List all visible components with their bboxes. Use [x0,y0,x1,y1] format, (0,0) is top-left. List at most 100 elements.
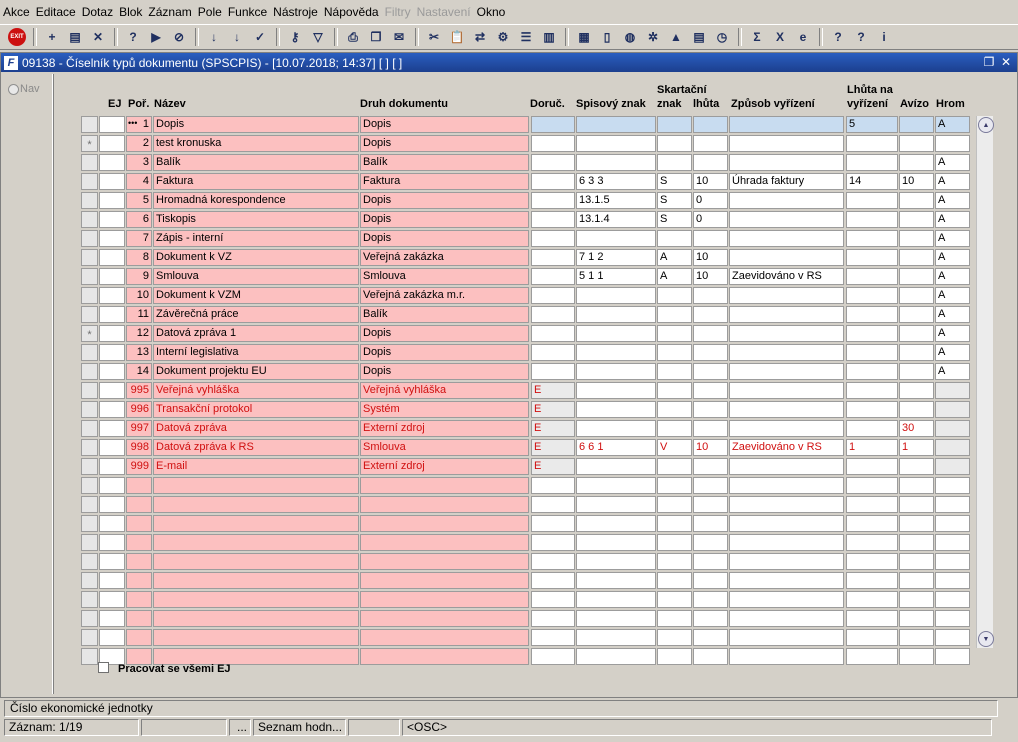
cell-avizo[interactable] [899,154,934,171]
cell-lhuta[interactable] [693,116,728,133]
cell-druh[interactable]: Dopis [360,344,529,361]
cell-lhuta[interactable] [693,230,728,247]
cell-doruc[interactable] [531,268,575,285]
cell-nazev[interactable]: Dokument k VZM [153,287,359,304]
cell-skart[interactable] [657,515,692,532]
cell-hrom[interactable]: A [935,230,970,247]
cell-skart[interactable] [657,477,692,494]
cell-lhuta[interactable] [693,629,728,646]
cell-spis[interactable] [576,154,656,171]
cell-druh[interactable]: Dopis [360,116,529,133]
close-icon[interactable]: ✕ [998,54,1014,70]
cell-hrom[interactable] [935,439,970,456]
record-marker[interactable] [81,591,98,608]
cell-ej[interactable] [99,572,125,589]
cell-lhuta[interactable] [693,344,728,361]
cell-avizo[interactable] [899,116,934,133]
cell-hrom[interactable]: A [935,287,970,304]
record-marker[interactable] [81,534,98,551]
record-marker[interactable] [81,572,98,589]
filter-icon[interactable]: ▽ [307,26,329,48]
cell-nazev[interactable]: Dokument projektu EU [153,363,359,380]
cell-lhuta[interactable]: 10 [693,439,728,456]
record-marker[interactable]: * [81,135,98,152]
cell-hrom[interactable]: A [935,268,970,285]
cell-ej[interactable] [99,268,125,285]
cell-lhuta[interactable]: 0 [693,211,728,228]
cell-skart[interactable]: V [657,439,692,456]
record-marker[interactable] [81,268,98,285]
cell-druh[interactable] [360,648,529,665]
cell-skart[interactable]: A [657,268,692,285]
cell-hrom[interactable] [935,135,970,152]
cell-nazev[interactable]: Dokument k VZ [153,249,359,266]
cell-ej[interactable] [99,496,125,513]
cell-zpusob[interactable] [729,401,844,418]
cell-lhuta[interactable] [693,306,728,323]
cell-ej[interactable] [99,458,125,475]
menu-8[interactable]: Nápověda [321,0,382,24]
cell-avizo[interactable] [899,572,934,589]
cell-por[interactable]: 8 [126,249,152,266]
cell-zpusob[interactable] [729,344,844,361]
menu-1[interactable]: Editace [33,0,79,24]
cell-spis[interactable] [576,591,656,608]
menu-9[interactable]: Filtry [382,0,414,24]
cell-druh[interactable] [360,629,529,646]
cell-nazev[interactable]: Smlouva [153,268,359,285]
record-marker[interactable] [81,458,98,475]
cell-lhuta[interactable] [693,363,728,380]
cell-druh[interactable] [360,534,529,551]
cell-spis[interactable] [576,306,656,323]
cell-zpusob[interactable] [729,135,844,152]
paste-icon[interactable]: 📋 [446,26,468,48]
cell-lhuta[interactable] [693,648,728,665]
cell-zpusob[interactable] [729,420,844,437]
cell-druh[interactable]: Externí zdroj [360,420,529,437]
cell-avizo[interactable] [899,477,934,494]
tools-icon[interactable]: ⚙ [492,26,514,48]
cell-spis[interactable]: 5 1 1 [576,268,656,285]
record-marker[interactable]: * [81,325,98,342]
cell-lhuta[interactable]: 10 [693,173,728,190]
cell-avizo[interactable] [899,344,934,361]
cell-skart[interactable]: S [657,173,692,190]
cell-druh[interactable]: Smlouva [360,439,529,456]
cell-ej[interactable] [99,401,125,418]
cell-lhuta_vyr[interactable] [846,477,898,494]
cell-spis[interactable] [576,420,656,437]
cell-zpusob[interactable] [729,116,844,133]
calendar-icon[interactable]: ▦ [573,26,595,48]
cell-lhuta[interactable] [693,420,728,437]
cell-avizo[interactable] [899,629,934,646]
cell-skart[interactable] [657,572,692,589]
cell-lhuta[interactable] [693,591,728,608]
cell-lhuta_vyr[interactable]: 1 [846,439,898,456]
cell-por[interactable] [126,496,152,513]
record-marker[interactable] [81,344,98,361]
print-icon[interactable]: ⎙ [342,26,364,48]
cell-zpusob[interactable] [729,249,844,266]
cell-avizo[interactable] [899,401,934,418]
cell-doruc[interactable] [531,344,575,361]
cell-zpusob[interactable]: Zaevidováno v RS [729,268,844,285]
cell-lhuta[interactable] [693,287,728,304]
cell-doruc[interactable] [531,496,575,513]
cell-zpusob[interactable] [729,211,844,228]
cell-lhuta_vyr[interactable] [846,629,898,646]
cell-lhuta_vyr[interactable] [846,211,898,228]
cell-zpusob[interactable] [729,458,844,475]
cell-doruc[interactable]: E [531,401,575,418]
cell-ej[interactable] [99,610,125,627]
cell-hrom[interactable]: A [935,249,970,266]
cell-lhuta_vyr[interactable] [846,135,898,152]
cell-hrom[interactable]: A [935,116,970,133]
cell-lhuta[interactable] [693,401,728,418]
cell-skart[interactable] [657,401,692,418]
cell-skart[interactable] [657,154,692,171]
cell-skart[interactable]: S [657,192,692,209]
cell-ej[interactable] [99,439,125,456]
cell-ej[interactable] [99,344,125,361]
cell-hrom[interactable] [935,401,970,418]
cell-doruc[interactable] [531,534,575,551]
